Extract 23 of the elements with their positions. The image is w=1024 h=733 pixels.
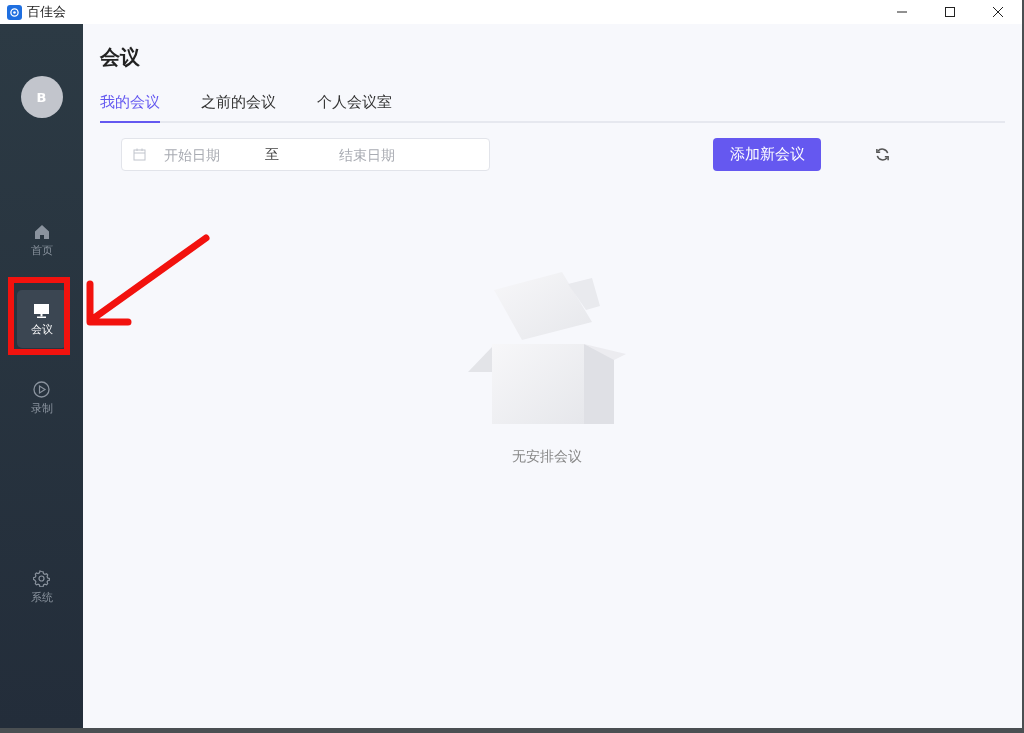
settings-icon (33, 570, 50, 587)
tab[interactable]: 之前的会议 (201, 92, 276, 123)
sidebar-item[interactable]: 录制 (16, 369, 67, 427)
add-meeting-button[interactable]: 添加新会议 (713, 138, 821, 171)
app-logo-icon (7, 4, 22, 20)
tab[interactable]: 个人会议室 (317, 92, 392, 123)
sidebar-item[interactable]: 首页 (16, 211, 67, 269)
sidebar-item[interactable]: 系统 (16, 558, 67, 616)
date-range-field[interactable]: 开始日期 至 结束日期 (121, 138, 490, 171)
tab[interactable]: 我的会议 (100, 92, 160, 123)
sidebar-item[interactable]: 会议 (16, 290, 67, 348)
calendar-icon (133, 148, 146, 161)
monitor-icon (33, 302, 50, 319)
empty-state-message: 无安排会议 (511, 448, 582, 466)
end-date-input[interactable]: 结束日期 (339, 146, 434, 163)
start-date-input[interactable]: 开始日期 (164, 146, 259, 163)
page-title: 会议 (100, 44, 141, 71)
window-title: 百佳会 (27, 3, 66, 21)
play-circle-icon (33, 381, 50, 398)
close-icon (992, 6, 1004, 18)
maximize-icon (944, 6, 956, 18)
date-separator: 至 (265, 145, 279, 164)
home-icon (33, 223, 50, 240)
